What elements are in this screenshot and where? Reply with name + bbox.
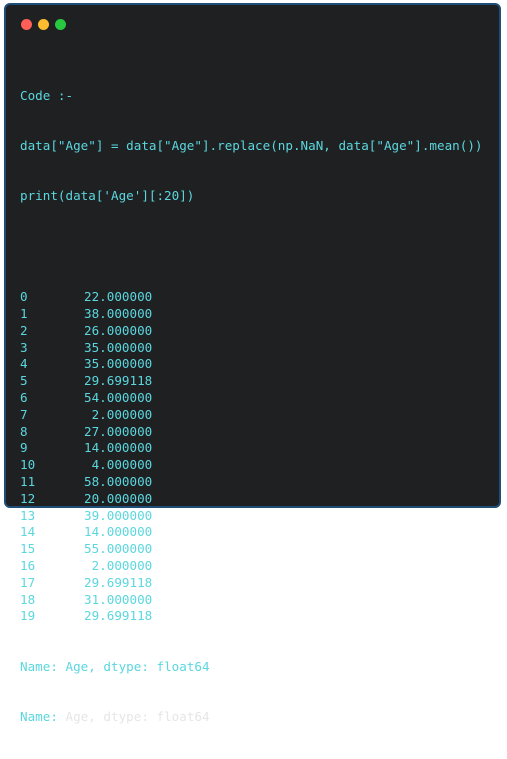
footer-rest: Age, dtype: float64 bbox=[57, 658, 210, 674]
output-row: 3 35.000000 bbox=[20, 340, 483, 357]
output-row: 9 14.000000 bbox=[20, 440, 483, 457]
row-value: 4.000000 bbox=[84, 457, 153, 473]
row-index: 4 bbox=[20, 356, 28, 372]
row-value: 14.000000 bbox=[84, 524, 153, 540]
output-footer-1: Name: Age, dtype: float64 bbox=[20, 659, 483, 676]
row-index: 5 bbox=[20, 373, 28, 389]
footer-rest: Age, dtype: float64 bbox=[57, 709, 210, 725]
row-value: 55.000000 bbox=[84, 541, 153, 557]
row-value: 35.000000 bbox=[84, 339, 153, 355]
row-value: 2.000000 bbox=[84, 557, 153, 573]
output-row: 1 38.000000 bbox=[20, 306, 483, 323]
row-value: 54.000000 bbox=[84, 389, 153, 405]
maximize-dot-icon bbox=[55, 19, 66, 30]
minimize-dot-icon bbox=[38, 19, 49, 30]
row-value: 29.699118 bbox=[84, 608, 153, 624]
row-index: 13 bbox=[20, 507, 36, 523]
output-row: 13 39.000000 bbox=[20, 508, 483, 525]
output-footer-2: Name: Age, dtype: float64 bbox=[20, 709, 483, 726]
output-row: 4 35.000000 bbox=[20, 356, 483, 373]
row-index: 11 bbox=[20, 473, 36, 489]
output-row: 5 29.699118 bbox=[20, 373, 483, 390]
code-line-1: data["Age"] = data["Age"].replace(np.NaN… bbox=[20, 137, 483, 153]
output-row: 0 22.000000 bbox=[20, 289, 483, 306]
row-value: 27.000000 bbox=[84, 423, 153, 439]
row-index: 9 bbox=[20, 440, 28, 456]
output-row: 16 2.000000 bbox=[20, 558, 483, 575]
row-value: 39.000000 bbox=[84, 507, 153, 523]
row-index: 18 bbox=[20, 591, 36, 607]
row-index: 7 bbox=[20, 406, 28, 422]
row-value: 22.000000 bbox=[84, 289, 153, 305]
row-index: 17 bbox=[20, 574, 36, 590]
row-index: 19 bbox=[20, 608, 36, 624]
output-row: 2 26.000000 bbox=[20, 323, 483, 340]
row-index: 1 bbox=[20, 305, 28, 321]
row-index: 15 bbox=[20, 541, 36, 557]
row-index: 3 bbox=[20, 339, 28, 355]
output-row: 10 4.000000 bbox=[20, 457, 483, 474]
code-line-2: print(data['Age'][:20]) bbox=[20, 188, 195, 204]
code-block: Code :- data["Age"] = data["Age"].replac… bbox=[20, 54, 483, 759]
row-index: 0 bbox=[20, 289, 28, 305]
output-rows: 0 22.000000 1 38.000000 2 26.000000 3 35.000000… bbox=[20, 289, 483, 625]
code-window: Code :- data["Age"] = data["Age"].replac… bbox=[4, 3, 501, 724]
output-row: 7 2.000000 bbox=[20, 407, 483, 424]
row-value: 31.000000 bbox=[84, 591, 153, 607]
code-heading: Code :- bbox=[20, 87, 74, 103]
output-row: 14 14.000000 bbox=[20, 524, 483, 541]
row-value: 35.000000 bbox=[84, 356, 153, 372]
row-value: 26.000000 bbox=[84, 322, 153, 338]
row-value: 14.000000 bbox=[84, 440, 153, 456]
output-row: 15 55.000000 bbox=[20, 541, 483, 558]
footer-name-label: Name: bbox=[20, 658, 58, 674]
window-controls bbox=[21, 19, 66, 30]
output-row: 12 20.000000 bbox=[20, 491, 483, 508]
output-row: 6 54.000000 bbox=[20, 390, 483, 407]
row-value: 2.000000 bbox=[84, 406, 153, 422]
row-value: 20.000000 bbox=[84, 490, 153, 506]
row-index: 8 bbox=[20, 423, 28, 439]
row-index: 10 bbox=[20, 457, 36, 473]
output-row: 18 31.000000 bbox=[20, 592, 483, 609]
output-row: 19 29.699118 bbox=[20, 608, 483, 625]
row-index: 16 bbox=[20, 557, 36, 573]
row-index: 12 bbox=[20, 490, 36, 506]
output-row: 11 58.000000 bbox=[20, 474, 483, 491]
close-dot-icon bbox=[21, 19, 32, 30]
row-value: 29.699118 bbox=[84, 373, 153, 389]
row-value: 29.699118 bbox=[84, 574, 153, 590]
row-value: 58.000000 bbox=[84, 473, 153, 489]
row-value: 38.000000 bbox=[84, 305, 153, 321]
row-index: 14 bbox=[20, 524, 36, 540]
row-index: 2 bbox=[20, 322, 28, 338]
output-row: 8 27.000000 bbox=[20, 424, 483, 441]
footer-name-label: Name: bbox=[20, 709, 58, 725]
row-index: 6 bbox=[20, 389, 28, 405]
output-row: 17 29.699118 bbox=[20, 575, 483, 592]
